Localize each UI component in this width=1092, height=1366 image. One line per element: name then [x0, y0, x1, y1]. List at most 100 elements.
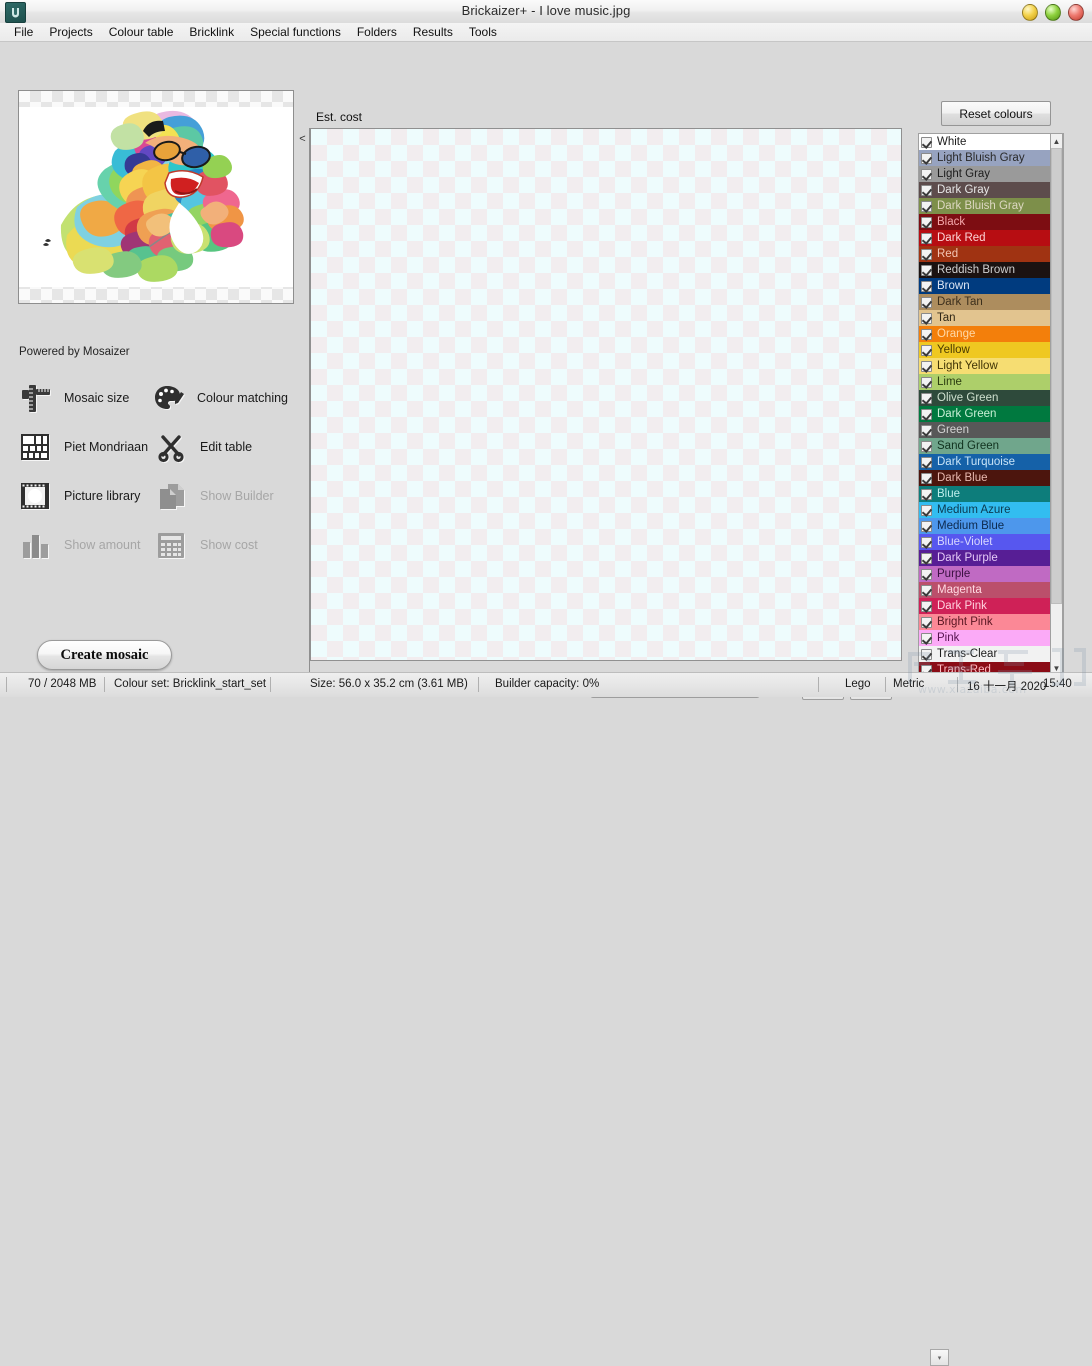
colour-row[interactable]: Orange — [919, 326, 1063, 342]
window-title: Brickaizer+ - I love music.jpg — [461, 3, 631, 18]
colour-row[interactable]: Olive Green — [919, 390, 1063, 406]
colour-enabled-checkbox[interactable] — [921, 312, 932, 324]
colour-row[interactable]: Dark Purple — [919, 550, 1063, 566]
colour-enabled-checkbox[interactable] — [921, 360, 932, 372]
colour-enabled-checkbox[interactable] — [921, 328, 932, 340]
tool-colour-matching[interactable]: Colour matching — [149, 379, 288, 417]
colour-enabled-checkbox[interactable] — [921, 632, 932, 644]
colour-enabled-checkbox[interactable] — [921, 440, 932, 452]
colour-row[interactable]: Brown — [919, 278, 1063, 294]
colour-enabled-checkbox[interactable] — [921, 504, 932, 516]
colour-row[interactable]: Light Bluish Gray — [919, 150, 1063, 166]
colour-enabled-checkbox[interactable] — [921, 248, 932, 260]
colour-enabled-checkbox[interactable] — [921, 344, 932, 356]
colour-enabled-checkbox[interactable] — [921, 600, 932, 612]
colour-row[interactable]: Medium Azure — [919, 502, 1063, 518]
colour-enabled-checkbox[interactable] — [921, 648, 932, 660]
maximize-button[interactable] — [1045, 4, 1061, 21]
tool-piet-mondriaan[interactable]: Piet Mondriaan — [16, 428, 152, 466]
colour-enabled-checkbox[interactable] — [921, 552, 932, 564]
scrollbar-thumb[interactable] — [1051, 148, 1062, 604]
tool-show-cost[interactable]: Show cost — [152, 526, 288, 564]
tool-show-amount[interactable]: Show amount — [16, 526, 152, 564]
colour-row[interactable]: Red — [919, 246, 1063, 262]
colour-row[interactable]: Bright Pink — [919, 614, 1063, 630]
menu-results[interactable]: Results — [405, 23, 461, 41]
colour-enabled-checkbox[interactable] — [921, 424, 932, 436]
colour-row[interactable]: Magenta — [919, 582, 1063, 598]
collapse-panel-handle[interactable]: < — [296, 128, 310, 673]
colour-enabled-checkbox[interactable] — [921, 408, 932, 420]
colour-row[interactable]: Yellow — [919, 342, 1063, 358]
colour-row[interactable]: Dark Gray — [919, 182, 1063, 198]
colour-list-scrollbar[interactable]: ▲ ▼ — [1050, 133, 1063, 676]
close-button[interactable] — [1068, 4, 1084, 21]
reset-colours-button[interactable]: Reset colours — [941, 101, 1051, 126]
colour-enabled-checkbox[interactable] — [921, 616, 932, 628]
colour-row[interactable]: Blue — [919, 486, 1063, 502]
tool-edit-table[interactable]: Edit table — [152, 428, 288, 466]
colour-enabled-checkbox[interactable] — [921, 136, 932, 148]
colour-row[interactable]: Blue-Violet — [919, 534, 1063, 550]
menu-colour-table[interactable]: Colour table — [101, 23, 182, 41]
tool-picture-library[interactable]: Picture library — [16, 477, 152, 515]
menu-special-functions[interactable]: Special functions — [242, 23, 349, 41]
colour-row[interactable]: Dark Pink — [919, 598, 1063, 614]
colour-row[interactable]: Sand Green — [919, 438, 1063, 454]
colour-row[interactable]: Dark Turquoise — [919, 454, 1063, 470]
menu-folders[interactable]: Folders — [349, 23, 405, 41]
colour-name: Green — [937, 424, 969, 436]
colour-list[interactable]: White Light Bluish Gray Light Gray Dark Gra… — [918, 133, 1064, 678]
colour-row[interactable]: Dark Blue — [919, 470, 1063, 486]
menu-tools[interactable]: Tools — [461, 23, 505, 41]
colour-enabled-checkbox[interactable] — [921, 536, 932, 548]
units-dropdown-arrow-icon[interactable]: ▾ — [930, 1349, 949, 1366]
colour-row[interactable]: Dark Green — [919, 406, 1063, 422]
colour-enabled-checkbox[interactable] — [921, 184, 932, 196]
colour-enabled-checkbox[interactable] — [921, 232, 932, 244]
colour-name: Brown — [937, 280, 970, 292]
colour-row[interactable]: Dark Red — [919, 230, 1063, 246]
menu-file[interactable]: File — [6, 23, 41, 41]
scroll-up-icon[interactable]: ▲ — [1051, 134, 1062, 148]
create-mosaic-button[interactable]: Create mosaic — [37, 640, 172, 670]
colour-enabled-checkbox[interactable] — [921, 568, 932, 580]
colour-row[interactable]: Purple — [919, 566, 1063, 582]
colour-name: White — [937, 136, 967, 148]
colour-row[interactable]: Reddish Brown — [919, 262, 1063, 278]
colour-row[interactable]: Black — [919, 214, 1063, 230]
mosaic-canvas[interactable] — [310, 128, 902, 661]
colour-enabled-checkbox[interactable] — [921, 216, 932, 228]
colour-enabled-checkbox[interactable] — [921, 376, 932, 388]
menu-projects[interactable]: Projects — [41, 23, 100, 41]
menu-bricklink[interactable]: Bricklink — [181, 23, 242, 41]
colour-row[interactable]: Pink — [919, 630, 1063, 646]
minimize-button[interactable] — [1022, 4, 1038, 21]
colour-enabled-checkbox[interactable] — [921, 472, 932, 484]
colour-enabled-checkbox[interactable] — [921, 152, 932, 164]
colour-enabled-checkbox[interactable] — [921, 280, 932, 292]
tool-show-builder[interactable]: Show Builder — [152, 477, 288, 515]
colour-enabled-checkbox[interactable] — [921, 488, 932, 500]
image-preview[interactable] — [18, 90, 294, 304]
colour-row[interactable]: Tan — [919, 310, 1063, 326]
colour-row[interactable]: Dark Bluish Gray — [919, 198, 1063, 214]
colour-enabled-checkbox[interactable] — [921, 584, 932, 596]
colour-row[interactable]: Green — [919, 422, 1063, 438]
colour-enabled-checkbox[interactable] — [921, 168, 932, 180]
colour-enabled-checkbox[interactable] — [921, 200, 932, 212]
colour-row[interactable]: Lime — [919, 374, 1063, 390]
colour-enabled-checkbox[interactable] — [921, 456, 932, 468]
preview-artwork — [19, 107, 293, 287]
colour-row[interactable]: Trans-Clear — [919, 646, 1063, 662]
colour-enabled-checkbox[interactable] — [921, 296, 932, 308]
colour-row[interactable]: Light Gray — [919, 166, 1063, 182]
tool-mosaic-size[interactable]: Mosaic size — [16, 379, 149, 417]
colour-row[interactable]: Dark Tan — [919, 294, 1063, 310]
colour-row[interactable]: White — [919, 134, 1063, 150]
colour-enabled-checkbox[interactable] — [921, 392, 932, 404]
colour-enabled-checkbox[interactable] — [921, 520, 932, 532]
colour-row[interactable]: Light Yellow — [919, 358, 1063, 374]
colour-row[interactable]: Medium Blue — [919, 518, 1063, 534]
colour-enabled-checkbox[interactable] — [921, 264, 932, 276]
